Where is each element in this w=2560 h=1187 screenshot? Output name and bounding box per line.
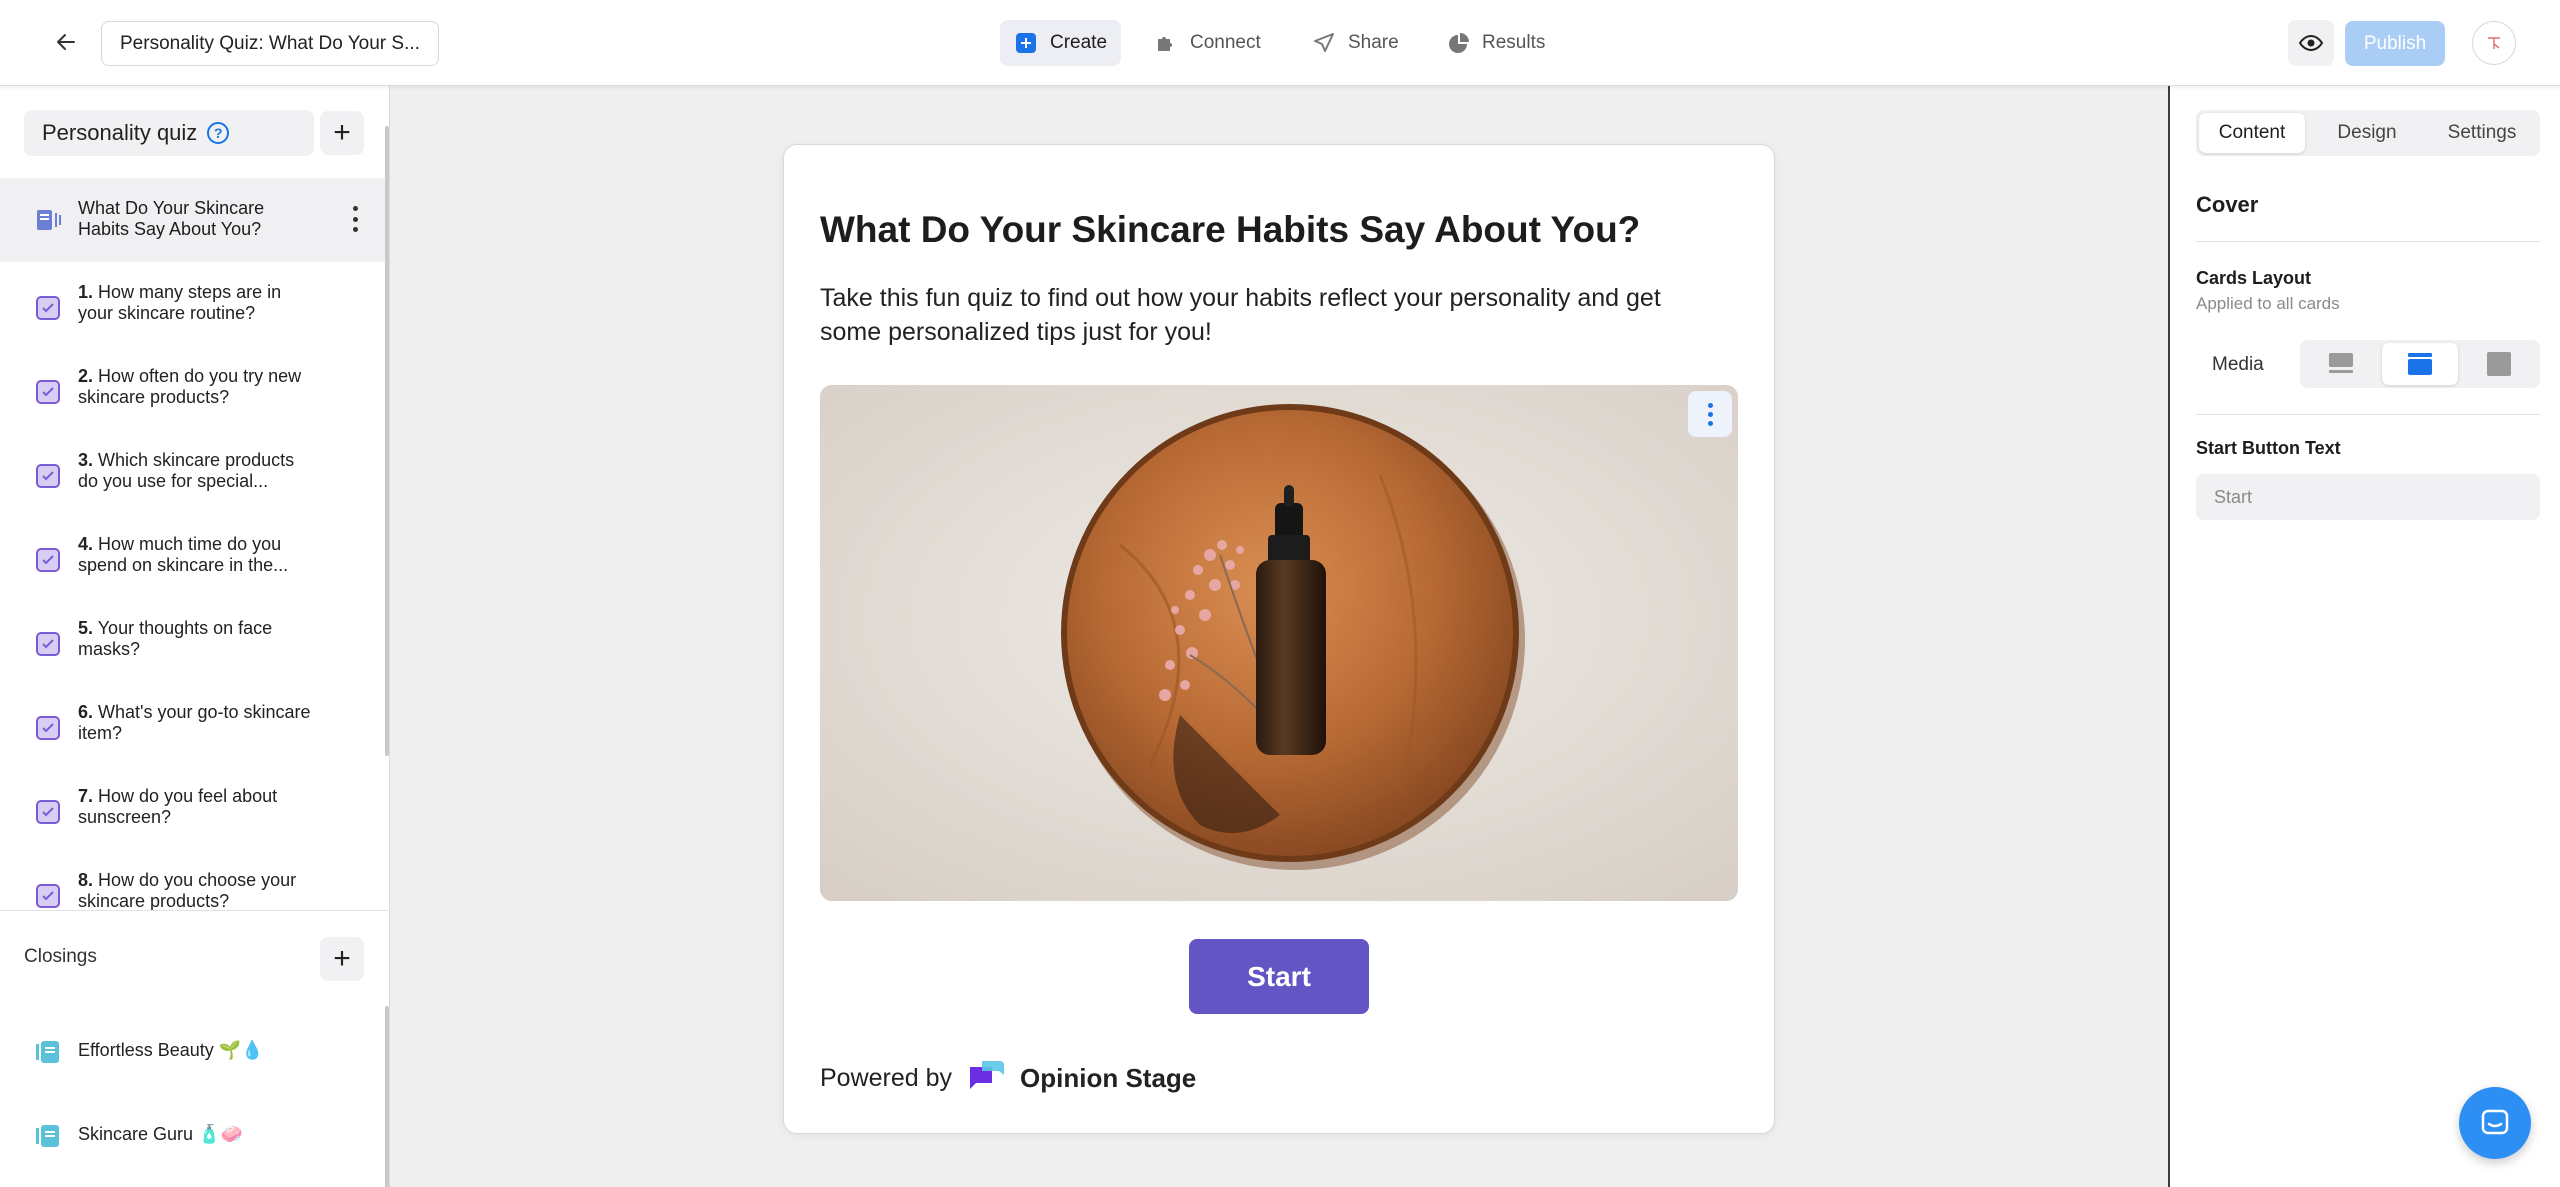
question-label: 2. How often do you try new skincare pro…: [78, 366, 302, 407]
puzzle-icon: [1154, 31, 1178, 55]
sidebar-item-question-5[interactable]: 5. Your thoughts on face masks?: [0, 618, 386, 682]
media-label: Media: [2212, 354, 2264, 375]
chat-icon: [2481, 1109, 2509, 1135]
question-label: 4. How much time do you spend on skincar…: [78, 534, 289, 575]
sidebar-item-question-4[interactable]: 4. How much time do you spend on skincar…: [0, 534, 386, 598]
add-question-button[interactable]: +: [320, 111, 364, 155]
tab-results[interactable]: Results: [1432, 20, 1559, 66]
sidebar-item-cover[interactable]: What Do Your Skincare Habits Say About Y…: [0, 178, 386, 262]
cover-description[interactable]: Take this fun quiz to find out how your …: [820, 281, 1720, 349]
checkbox-icon: [36, 632, 60, 656]
cover-title[interactable]: What Do Your Skincare Habits Say About Y…: [820, 209, 1640, 251]
checkbox-icon: [36, 800, 60, 824]
checkbox-icon: [36, 380, 60, 404]
quiz-title-field[interactable]: Personality Quiz: What Do Your S...: [101, 21, 439, 66]
tab-connect[interactable]: Connect: [1140, 20, 1275, 66]
tab-design[interactable]: Design: [2312, 113, 2422, 153]
question-label: 3. Which skincare products do you use fo…: [78, 450, 295, 491]
divider: [2196, 241, 2540, 242]
settings-panel: Content Design Settings Cover Cards Layo…: [2168, 86, 2560, 1187]
opinion-stage-logo-icon: [966, 1057, 1006, 1100]
tab-connect-label: Connect: [1190, 32, 1261, 53]
avatar[interactable]: [2472, 21, 2516, 65]
checkbox-icon: [36, 296, 60, 320]
cover-icon: [36, 208, 62, 237]
sidebar-item-closing-1[interactable]: Effortless Beauty 🌱💧: [0, 1032, 386, 1072]
sidebar-item-closing-2[interactable]: Skincare Guru 🧴🧼: [0, 1116, 386, 1156]
tab-create[interactable]: Create: [1000, 20, 1122, 66]
closing-icon: [36, 1040, 60, 1064]
checkbox-icon: [36, 548, 60, 572]
sidebar-item-question-3[interactable]: 3. Which skincare products do you use fo…: [0, 450, 386, 514]
checkbox-icon: [36, 464, 60, 488]
add-closing-button[interactable]: +: [320, 937, 364, 981]
tab-share[interactable]: Share: [1298, 20, 1413, 66]
start-button[interactable]: Start: [1189, 939, 1369, 1014]
help-icon[interactable]: ?: [207, 122, 230, 144]
cards-layout-label: Cards Layout: [2196, 268, 2312, 288]
start-button-text-input[interactable]: [2196, 474, 2540, 520]
question-label: 8. How do you choose your skincare produ…: [78, 870, 297, 910]
chat-support-button[interactable]: [2459, 1087, 2531, 1159]
media-background-icon[interactable]: [2461, 343, 2537, 385]
powered-by[interactable]: Powered by Opinion Stage: [820, 1057, 1196, 1100]
more-options-icon[interactable]: [352, 206, 358, 232]
closing-label: Skincare Guru 🧴🧼: [78, 1124, 243, 1144]
divider: [2196, 414, 2540, 415]
closings-heading: Closings: [24, 946, 97, 967]
preview-button[interactable]: [2288, 20, 2334, 66]
tab-results-label: Results: [1482, 32, 1546, 53]
question-label: 6. What's your go-to skincare item?: [78, 702, 311, 743]
tab-share-label: Share: [1348, 32, 1399, 53]
tab-create-label: Create: [1050, 32, 1108, 53]
sidebar-item-question-6[interactable]: 6. What's your go-to skincare item?: [0, 702, 386, 766]
start-button-text-label: Start Button Text: [2196, 438, 2341, 458]
media-left-icon[interactable]: [2303, 343, 2379, 385]
publish-button[interactable]: Publish: [2345, 21, 2445, 66]
questions-scrollbar[interactable]: [385, 126, 389, 756]
image-options-icon[interactable]: [1688, 391, 1732, 437]
closing-icon: [36, 1124, 60, 1148]
panel-tabs: Content Design Settings: [2196, 110, 2540, 156]
sidebar: Personality quiz ? + What Do Your Skinca…: [0, 86, 390, 1187]
back-arrow-icon[interactable]: [46, 22, 86, 62]
quiz-type-label: Personality quiz: [42, 120, 198, 145]
pie-chart-icon: [1446, 31, 1470, 55]
powered-by-label: Powered by: [820, 1064, 953, 1092]
media-top-icon[interactable]: [2382, 343, 2458, 385]
plus-square-icon: [1014, 31, 1038, 55]
tab-settings[interactable]: Settings: [2426, 113, 2538, 153]
checkbox-icon: [36, 716, 60, 740]
section-title: Cover: [2196, 192, 2259, 217]
cover-image[interactable]: [820, 385, 1738, 901]
cover-item-label: What Do Your Skincare Habits Say About Y…: [78, 198, 265, 239]
checkbox-icon: [36, 884, 60, 908]
media-layout-selector: [2300, 340, 2540, 388]
closings-scrollbar[interactable]: [385, 1006, 389, 1187]
quiz-type-selector[interactable]: Personality quiz ?: [24, 110, 314, 156]
sidebar-item-question-2[interactable]: 2. How often do you try new skincare pro…: [0, 366, 386, 430]
divider: [0, 910, 390, 911]
cards-layout-subtitle: Applied to all cards: [2196, 294, 2340, 313]
question-label: 5. Your thoughts on face masks?: [78, 618, 273, 659]
brand-name: Opinion Stage: [1020, 1063, 1197, 1093]
tab-content[interactable]: Content: [2199, 113, 2305, 153]
top-bar: Personality Quiz: What Do Your S... Crea…: [0, 0, 2560, 86]
eye-icon: [2298, 34, 2324, 52]
question-label: 1. How many steps are in your skincare r…: [78, 282, 282, 323]
sidebar-item-question-8[interactable]: 8. How do you choose your skincare produ…: [0, 870, 386, 910]
sidebar-item-question-7[interactable]: 7. How do you feel about sunscreen?: [0, 786, 386, 850]
cover-card: What Do Your Skincare Habits Say About Y…: [783, 144, 1775, 1134]
question-label: 7. How do you feel about sunscreen?: [78, 786, 278, 827]
closing-label: Effortless Beauty 🌱💧: [78, 1040, 264, 1060]
sidebar-item-question-1[interactable]: 1. How many steps are in your skincare r…: [0, 282, 386, 346]
send-icon: [1312, 31, 1336, 55]
